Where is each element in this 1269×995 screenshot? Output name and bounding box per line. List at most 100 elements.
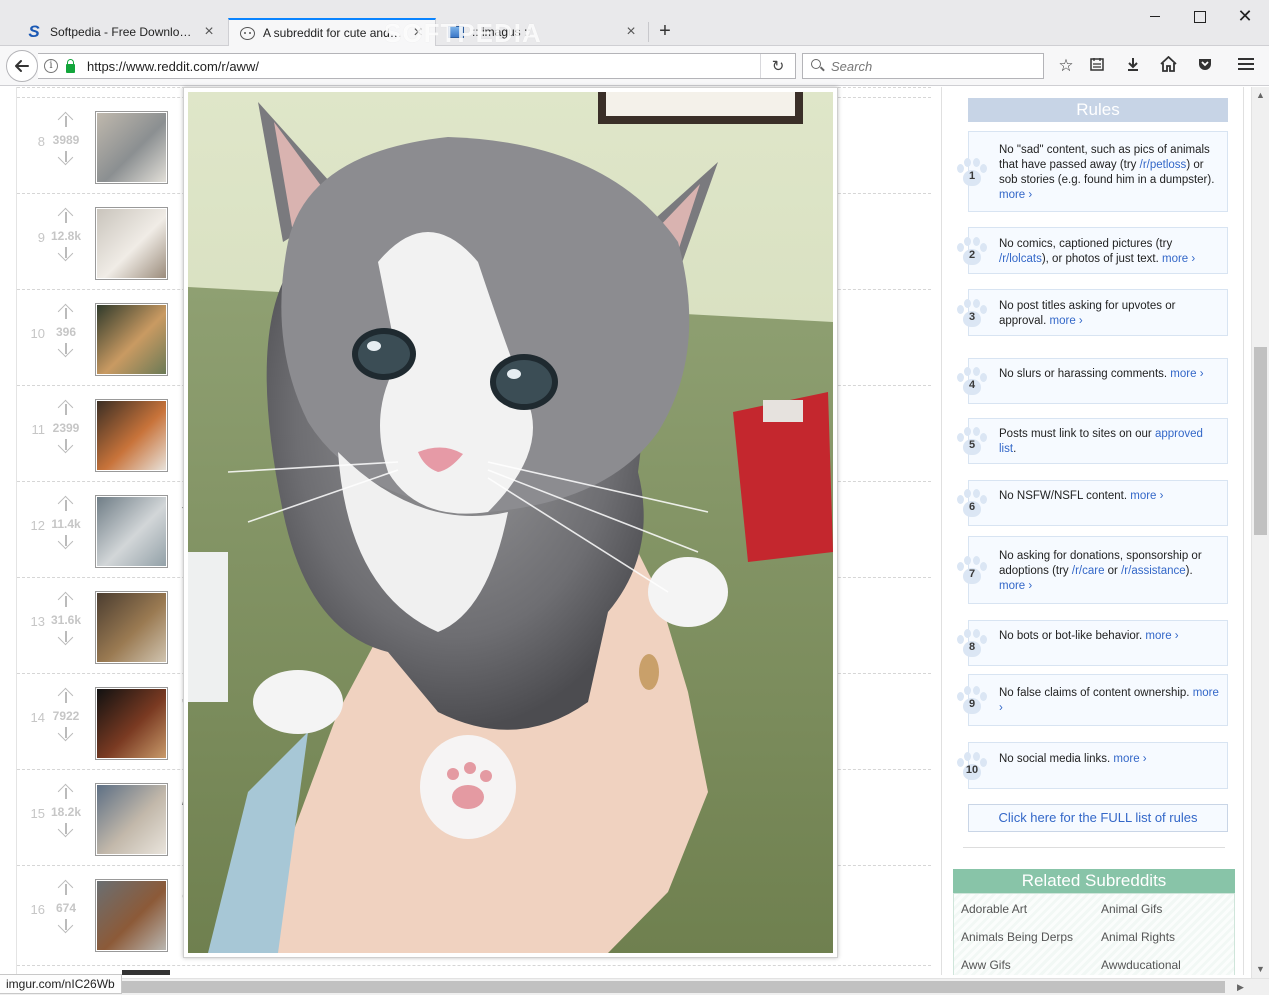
search-box[interactable] xyxy=(802,53,1044,79)
post-thumbnail[interactable] xyxy=(95,591,168,664)
info-icon[interactable]: i xyxy=(44,59,58,73)
post-rank: 15 xyxy=(30,806,45,821)
upvote-arrow-icon[interactable] xyxy=(57,784,75,802)
tab-divider xyxy=(648,22,649,42)
rule-link[interactable]: /r/lolcats xyxy=(999,253,1042,265)
vote-controls: 7922 xyxy=(49,688,83,744)
rule-link[interactable]: /r/care xyxy=(1072,565,1105,577)
vertical-scrollbar[interactable]: ▲ ▼ xyxy=(1251,87,1269,978)
upvote-arrow-icon[interactable] xyxy=(57,592,75,610)
softpedia-icon: S xyxy=(28,22,40,41)
upvote-arrow-icon[interactable] xyxy=(57,400,75,418)
reading-list-icon[interactable] xyxy=(1087,56,1107,76)
post-score: 7922 xyxy=(52,709,80,723)
home-icon[interactable] xyxy=(1158,55,1178,76)
rule-number: 6 xyxy=(968,501,976,513)
post-thumbnail[interactable] xyxy=(95,207,168,280)
related-link[interactable]: Animal Rights xyxy=(1101,930,1175,944)
rule-text-segment: or xyxy=(1104,565,1122,577)
downvote-arrow-icon[interactable] xyxy=(57,726,75,744)
maximize-button[interactable] xyxy=(1187,4,1211,28)
divider xyxy=(941,87,942,975)
close-icon[interactable]: × xyxy=(202,24,216,40)
post-row[interactable] xyxy=(17,965,931,975)
related-link[interactable]: Animal Gifs xyxy=(1101,902,1162,916)
rule-link[interactable]: more › xyxy=(1113,753,1146,765)
scrollbar-thumb[interactable] xyxy=(1254,347,1267,535)
search-input[interactable] xyxy=(831,58,1031,74)
rule-text: No social media links. more › xyxy=(999,752,1219,767)
minimize-button[interactable] xyxy=(1143,4,1167,28)
downvote-arrow-icon[interactable] xyxy=(57,918,75,936)
rule-text: No bots or bot-like behavior. more › xyxy=(999,629,1219,644)
related-link[interactable]: Awwducational xyxy=(1101,958,1181,972)
upvote-arrow-icon[interactable] xyxy=(57,112,75,130)
rule-link[interactable]: more › xyxy=(1050,315,1083,327)
rule-link[interactable]: more › xyxy=(999,189,1032,201)
watermark: SOFTPEDIA xyxy=(384,18,542,48)
upvote-arrow-icon[interactable] xyxy=(57,304,75,322)
divider xyxy=(1243,87,1244,975)
post-thumbnail[interactable] xyxy=(95,687,168,760)
post-thumbnail[interactable] xyxy=(95,111,168,184)
paw-icon: 8 xyxy=(955,627,989,661)
post-score: 396 xyxy=(55,325,77,339)
post-score: 18.2k xyxy=(50,805,82,819)
downvote-arrow-icon[interactable] xyxy=(57,630,75,648)
rule-text-segment: No comics, captioned pictures (try xyxy=(999,238,1173,250)
vote-controls: 11.4k xyxy=(49,496,83,552)
downvote-arrow-icon[interactable] xyxy=(57,822,75,840)
rule-item: 5 Posts must link to sites on our approve… xyxy=(957,418,1228,464)
upvote-arrow-icon[interactable] xyxy=(57,880,75,898)
downvote-arrow-icon[interactable] xyxy=(57,438,75,456)
close-icon[interactable]: × xyxy=(624,24,638,40)
full-rules-link[interactable]: Click here for the FULL list of rules xyxy=(968,804,1228,832)
rule-link[interactable]: /r/assistance xyxy=(1121,565,1186,577)
horizontal-scrollbar[interactable]: ◀ ▶ xyxy=(0,978,1269,995)
tab-softpedia[interactable]: S Softpedia - Free Downloa... × xyxy=(16,18,226,46)
url-text[interactable]: https://www.reddit.com/r/aww/ xyxy=(87,59,760,74)
rule-link[interactable]: more › xyxy=(1145,630,1178,642)
post-thumbnail[interactable] xyxy=(95,399,168,472)
related-link[interactable]: Adorable Art xyxy=(961,902,1027,916)
menu-icon[interactable] xyxy=(1236,56,1256,76)
rule-item: 10 No social media links. more › xyxy=(957,742,1228,789)
related-link[interactable]: Animals Being Derps xyxy=(961,930,1073,944)
downvote-arrow-icon[interactable] xyxy=(57,534,75,552)
post-thumbnail[interactable] xyxy=(95,495,168,568)
rule-link[interactable]: more › xyxy=(999,580,1032,592)
bookmark-star-icon[interactable]: ☆ xyxy=(1056,56,1076,76)
upvote-arrow-icon[interactable] xyxy=(57,208,75,226)
post-thumbnail[interactable] xyxy=(95,879,168,952)
related-subreddits-header: Related Subreddits xyxy=(953,869,1235,893)
rule-link[interactable]: more › xyxy=(1162,253,1195,265)
post-thumbnail[interactable] xyxy=(122,970,170,975)
rule-link[interactable]: more › xyxy=(1170,368,1203,380)
pocket-icon[interactable] xyxy=(1195,56,1215,76)
scroll-right-arrow-icon[interactable]: ▶ xyxy=(1232,979,1249,995)
upvote-arrow-icon[interactable] xyxy=(57,496,75,514)
scrollbar-thumb[interactable] xyxy=(17,981,1225,993)
downvote-arrow-icon[interactable] xyxy=(57,150,75,168)
image-preview-popup[interactable] xyxy=(183,87,838,958)
rule-link[interactable]: /r/petloss xyxy=(1140,159,1187,171)
downvote-arrow-icon[interactable] xyxy=(57,342,75,360)
scroll-down-arrow-icon[interactable]: ▼ xyxy=(1252,961,1269,978)
rule-text-segment: . xyxy=(1013,443,1017,455)
rule-link[interactable]: more › xyxy=(1130,490,1163,502)
upvote-arrow-icon[interactable] xyxy=(57,688,75,706)
paw-icon: 5 xyxy=(955,425,989,459)
rule-number: 7 xyxy=(968,568,976,580)
new-tab-button[interactable]: + xyxy=(654,20,676,42)
back-button[interactable] xyxy=(6,50,38,82)
downvote-arrow-icon[interactable] xyxy=(57,246,75,264)
post-rank: 16 xyxy=(30,902,45,917)
address-bar[interactable]: i https://www.reddit.com/r/aww/ ↻ xyxy=(38,53,796,79)
reload-icon[interactable]: ↻ xyxy=(761,57,795,75)
download-icon[interactable] xyxy=(1123,56,1143,76)
window-close-button[interactable]: ✕ xyxy=(1233,4,1257,28)
post-thumbnail[interactable] xyxy=(95,303,168,376)
post-thumbnail[interactable] xyxy=(95,783,168,856)
related-link[interactable]: Aww Gifs xyxy=(961,958,1011,972)
scroll-up-arrow-icon[interactable]: ▲ xyxy=(1252,87,1269,104)
